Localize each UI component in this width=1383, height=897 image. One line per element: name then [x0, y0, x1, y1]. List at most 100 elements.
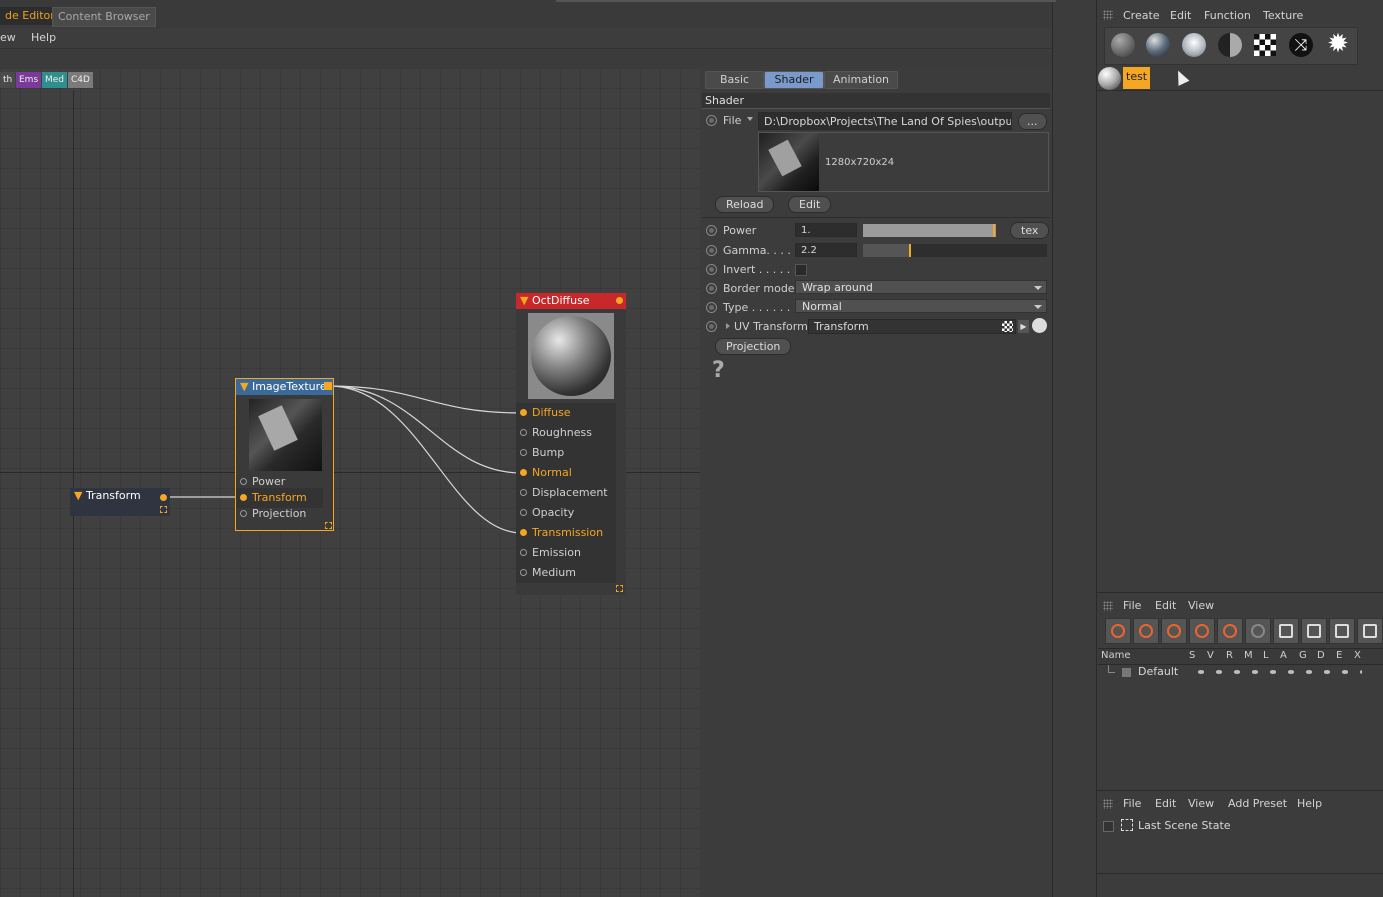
checker-texture-button[interactable] [1250, 30, 1280, 60]
port-normal[interactable]: Normal [516, 463, 616, 483]
border-mode-dropdown[interactable]: Wrap around [795, 280, 1047, 294]
transform-node[interactable]: ▼ Transform [70, 488, 170, 516]
port-opacity[interactable]: Opacity [516, 503, 616, 523]
file-radio-icon[interactable] [706, 115, 717, 126]
type-radio-icon[interactable] [706, 302, 717, 313]
layer-tool-3[interactable] [1161, 618, 1187, 644]
port-medium[interactable]: Medium [516, 563, 616, 583]
invert-radio-icon[interactable] [706, 264, 717, 275]
expand-arrow-icon[interactable] [726, 323, 730, 329]
resize-handle-icon[interactable] [160, 506, 167, 513]
type-dropdown[interactable]: Normal [795, 299, 1047, 313]
output-port-icon[interactable] [616, 297, 623, 304]
power-input[interactable]: 1. [795, 223, 857, 237]
gamma-radio-icon[interactable] [706, 245, 717, 256]
grip-icon[interactable] [1103, 799, 1113, 809]
gear-material-button[interactable]: ✹ [1322, 30, 1352, 60]
browse-button[interactable]: ... [1018, 113, 1047, 130]
grip-icon[interactable] [1103, 10, 1113, 20]
layer-column-header[interactable]: R [1226, 650, 1233, 661]
layer-column-header[interactable]: Name [1101, 650, 1131, 661]
layer-name[interactable]: Default [1138, 665, 1178, 678]
layer-tool-9[interactable] [1329, 618, 1355, 644]
layer-tool-6[interactable] [1245, 618, 1271, 644]
border-mode-radio-icon[interactable] [706, 283, 717, 294]
layer-color-swatch[interactable] [1122, 668, 1131, 677]
gamma-input[interactable]: 2.2 [795, 243, 857, 257]
collapse-triangle-icon[interactable]: ▼ [240, 380, 248, 393]
port-diffuse[interactable]: Diffuse [516, 403, 616, 423]
grip-icon[interactable] [1103, 601, 1113, 611]
layer-tool-4[interactable] [1189, 618, 1215, 644]
layer-row[interactable]: Default [1098, 664, 1383, 680]
layer-tool-8[interactable] [1301, 618, 1327, 644]
layer-menu-view[interactable]: View [1188, 599, 1214, 612]
link-arrow-icon[interactable]: ▶ [1018, 320, 1029, 333]
port-projection[interactable]: Projection [236, 504, 323, 524]
help-icon[interactable]: ? [712, 358, 725, 383]
layer-menu-edit[interactable]: Edit [1155, 599, 1176, 612]
image-texture-header[interactable]: ▼ ImageTexture [236, 379, 333, 395]
state-name[interactable]: Last Scene State [1138, 819, 1231, 832]
tab-shader[interactable]: Shader [764, 71, 824, 89]
layer-tool-7[interactable] [1273, 618, 1299, 644]
port-bump[interactable]: Bump [516, 443, 616, 463]
layer-column-header[interactable]: G [1299, 650, 1307, 661]
state-menu-add-preset[interactable]: Add Preset [1228, 797, 1287, 810]
material-thumbnail-icon[interactable] [1098, 67, 1121, 90]
invert-checkbox[interactable] [795, 264, 807, 276]
transform-node-header[interactable]: ▼ Transform [70, 488, 170, 504]
material-menu-function[interactable]: Function [1204, 9, 1251, 22]
layer-toggle-icons[interactable] [1192, 666, 1362, 678]
layer-tool-2[interactable] [1133, 618, 1159, 644]
layer-column-header[interactable]: D [1317, 650, 1325, 661]
mix-material-button[interactable] [1214, 30, 1244, 60]
glossy-material-button[interactable] [1142, 30, 1172, 60]
collapse-triangle-icon[interactable]: ▼ [520, 294, 528, 307]
layer-column-header[interactable]: E [1336, 650, 1342, 661]
tex-button[interactable]: tex [1010, 222, 1050, 239]
layer-tool-1[interactable] [1105, 618, 1131, 644]
layer-column-header[interactable]: A [1280, 650, 1287, 661]
port-emission[interactable]: Emission [516, 543, 616, 563]
layer-column-header[interactable]: V [1207, 650, 1214, 661]
image-texture-node[interactable]: ▼ ImageTexture Power Transform Projectio… [235, 378, 334, 531]
material-name-label[interactable]: test [1123, 67, 1151, 89]
layer-menu-file[interactable]: File [1123, 599, 1141, 612]
state-checkbox[interactable] [1103, 821, 1114, 832]
material-menu-edit[interactable]: Edit [1170, 9, 1191, 22]
oct-diffuse-node[interactable]: ▼ OctDiffuse Diffuse Roughness Bump Norm… [516, 293, 626, 595]
port-displacement[interactable]: Displacement [516, 483, 616, 503]
file-path-field[interactable]: D:\Dropbox\Projects\The Land Of Spies\ou… [758, 112, 1012, 130]
port-transmission[interactable]: Transmission [516, 523, 616, 543]
layer-column-header[interactable]: M [1244, 650, 1253, 661]
material-menu-texture[interactable]: Texture [1263, 9, 1303, 22]
tab-basic[interactable]: Basic [705, 71, 764, 89]
diffuse-material-button[interactable] [1107, 30, 1137, 60]
power-radio-icon[interactable] [706, 225, 717, 236]
power-slider[interactable] [863, 224, 996, 237]
layer-tool-5[interactable] [1217, 618, 1243, 644]
tab-animation[interactable]: Animation [824, 71, 898, 89]
pick-cursor-icon[interactable] [1032, 318, 1047, 333]
state-menu-view[interactable]: View [1188, 797, 1214, 810]
output-port-icon[interactable] [324, 382, 332, 390]
gamma-slider[interactable] [863, 244, 1047, 257]
state-menu-help[interactable]: Help [1297, 797, 1322, 810]
resize-handle-icon[interactable] [325, 522, 332, 529]
uv-transform-link-field[interactable]: Transform [808, 319, 1016, 334]
oct-diffuse-header[interactable]: ▼ OctDiffuse [516, 293, 626, 309]
edit-button[interactable]: Edit [788, 196, 832, 213]
layer-column-header[interactable]: L [1263, 650, 1269, 661]
port-roughness[interactable]: Roughness [516, 423, 616, 443]
resize-handle-icon[interactable] [616, 585, 623, 592]
state-menu-file[interactable]: File [1123, 797, 1141, 810]
layer-column-header[interactable]: S [1189, 650, 1195, 661]
state-menu-edit[interactable]: Edit [1155, 797, 1176, 810]
material-menu-create[interactable]: Create [1123, 9, 1160, 22]
uv-transform-radio-icon[interactable] [706, 321, 717, 332]
reload-button[interactable]: Reload [715, 196, 775, 213]
projection-button[interactable]: Projection [715, 338, 792, 355]
layer-tool-10[interactable] [1357, 618, 1383, 644]
specular-material-button[interactable] [1178, 30, 1208, 60]
